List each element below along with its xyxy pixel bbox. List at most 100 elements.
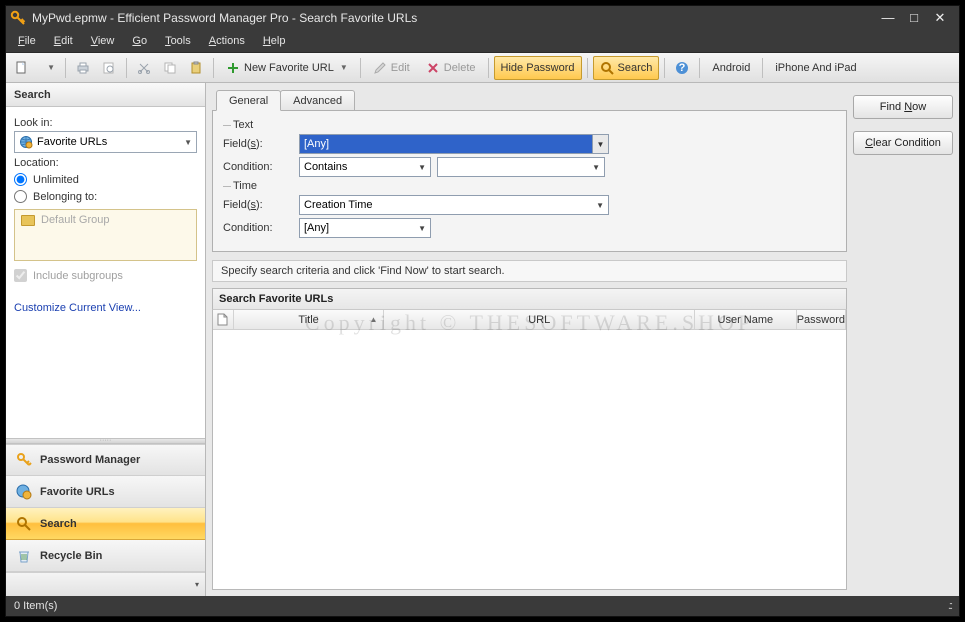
- android-button[interactable]: Android: [705, 56, 757, 80]
- maximize-button[interactable]: □: [905, 10, 923, 26]
- text-fields-value: [Any]: [304, 138, 329, 150]
- toolbar-separator: [699, 58, 700, 78]
- time-condition-value: [Any]: [304, 222, 329, 234]
- sidebar-spacer: [6, 322, 205, 438]
- nav-password-manager[interactable]: Password Manager: [6, 444, 205, 476]
- help-button[interactable]: ?: [670, 56, 694, 80]
- include-subgroups-label: Include subgroups: [33, 270, 123, 282]
- text-fields-combo[interactable]: [Any] ▼: [299, 134, 609, 154]
- toolbar-separator: [213, 58, 214, 78]
- toolbar-separator: [762, 58, 763, 78]
- group-selector: Default Group: [14, 209, 197, 261]
- nav-recycle-bin[interactable]: Recycle Bin: [6, 540, 205, 572]
- new-favorite-url-label: New Favorite URL: [244, 62, 334, 74]
- delete-label: Delete: [444, 62, 476, 74]
- clear-condition-button[interactable]: Clear Condition: [853, 131, 953, 155]
- search-hint: Specify search criteria and click 'Find …: [212, 260, 847, 282]
- search-label: Search: [618, 62, 653, 74]
- window-title: MyPwd.epmw - Efficient Password Manager …: [32, 11, 417, 25]
- look-in-combo[interactable]: Favorite URLs ▼: [14, 131, 197, 153]
- recycle-bin-icon: [16, 548, 32, 564]
- menu-help[interactable]: Help: [255, 32, 294, 50]
- tab-general-page: Text Field(s): [Any] ▼ Condition:: [212, 110, 847, 252]
- menu-view[interactable]: View: [83, 32, 123, 50]
- menu-tools[interactable]: Tools: [157, 32, 199, 50]
- tab-general[interactable]: General: [216, 90, 281, 111]
- radio-unlimited[interactable]: Unlimited: [14, 173, 197, 186]
- main-area: Search Look in: Favorite URLs ▼ Location…: [6, 83, 959, 596]
- menu-go[interactable]: Go: [124, 32, 155, 50]
- search-button[interactable]: Search: [593, 56, 660, 80]
- find-now-button[interactable]: Find Now: [853, 95, 953, 119]
- text-legend: Text: [233, 119, 836, 131]
- nav-search-label: Search: [40, 518, 77, 530]
- search-options: Look in: Favorite URLs ▼ Location: Unlim…: [6, 107, 205, 294]
- menu-edit[interactable]: Edit: [46, 32, 81, 50]
- paste-button[interactable]: [184, 56, 208, 80]
- time-legend: Time: [233, 180, 836, 192]
- results-grid: Title▲ URL User Name Password Copyright …: [212, 310, 847, 590]
- customize-view-link[interactable]: Customize Current View...: [6, 294, 205, 322]
- time-condition-label: Condition:: [223, 222, 293, 234]
- nav-favorite-urls[interactable]: Favorite URLs: [6, 476, 205, 508]
- time-fields-combo[interactable]: Creation Time▼: [299, 195, 609, 215]
- main-toolbar: ▼ New Favorite URL ▼ Edit Delete: [6, 53, 959, 83]
- col-icon[interactable]: [213, 310, 234, 329]
- sidebar-title: Search: [6, 83, 205, 107]
- col-password[interactable]: Password: [797, 310, 846, 329]
- app-key-icon: [10, 10, 26, 26]
- col-title[interactable]: Title▲: [234, 310, 385, 329]
- client-area: ▼ New Favorite URL ▼ Edit Delete: [6, 52, 959, 596]
- default-group-label: Default Group: [41, 214, 109, 226]
- radio-belonging-to[interactable]: Belonging to:: [14, 190, 197, 203]
- menu-actions[interactable]: Actions: [201, 32, 253, 50]
- svg-text:?: ?: [679, 62, 686, 74]
- new-favorite-url-button[interactable]: New Favorite URL ▼: [219, 56, 355, 80]
- iphone-button[interactable]: iPhone And iPad: [768, 56, 863, 80]
- new-doc-button[interactable]: [10, 56, 34, 80]
- sidebar: Search Look in: Favorite URLs ▼ Location…: [6, 83, 206, 596]
- look-in-value: Favorite URLs: [37, 136, 107, 148]
- cut-button[interactable]: [132, 56, 156, 80]
- close-button[interactable]: ✕: [931, 10, 949, 26]
- minimize-button[interactable]: —: [879, 10, 897, 26]
- open-button[interactable]: ▼: [36, 56, 60, 80]
- nav-fav-label: Favorite URLs: [40, 486, 115, 498]
- nav-recycle-label: Recycle Bin: [40, 550, 102, 562]
- time-fields-label: Field(s):: [223, 199, 293, 211]
- edit-button[interactable]: Edit: [366, 56, 417, 80]
- delete-button[interactable]: Delete: [419, 56, 483, 80]
- radio-unlimited-label: Unlimited: [33, 174, 79, 186]
- menu-file[interactable]: File: [10, 32, 44, 50]
- text-fields-label: Field(s):: [223, 138, 293, 150]
- resize-grip-icon[interactable]: .::: [948, 600, 951, 612]
- toolbar-separator: [587, 58, 588, 78]
- text-condition-combo[interactable]: Contains▼: [299, 157, 431, 177]
- nav-pm-label: Password Manager: [40, 454, 140, 466]
- print-button[interactable]: [71, 56, 95, 80]
- nav-search[interactable]: Search: [6, 508, 205, 540]
- location-label: Location:: [14, 157, 197, 169]
- text-condition-value-combo[interactable]: ▼: [437, 157, 605, 177]
- android-label: Android: [712, 62, 750, 74]
- toolbar-separator: [488, 58, 489, 78]
- app-window: MyPwd.epmw - Efficient Password Manager …: [5, 5, 960, 617]
- col-user-name[interactable]: User Name: [695, 310, 797, 329]
- toolbar-separator: [65, 58, 66, 78]
- time-fields-value: Creation Time: [304, 199, 372, 211]
- text-condition-value: Contains: [304, 161, 347, 173]
- toolbar-separator: [664, 58, 665, 78]
- include-subgroups-check[interactable]: Include subgroups: [14, 269, 197, 282]
- col-url[interactable]: URL: [384, 310, 695, 329]
- status-item-count: 0 Item(s): [14, 600, 57, 612]
- toolbar-separator: [360, 58, 361, 78]
- document-icon: [217, 313, 228, 326]
- copy-button[interactable]: [158, 56, 182, 80]
- globe-lock-icon: [16, 484, 32, 500]
- print-preview-button[interactable]: [97, 56, 121, 80]
- hide-password-button[interactable]: Hide Password: [494, 56, 582, 80]
- status-bar: 0 Item(s) .::: [6, 596, 959, 616]
- tab-advanced[interactable]: Advanced: [280, 90, 355, 111]
- time-condition-combo[interactable]: [Any]▼: [299, 218, 431, 238]
- nav-more-button[interactable]: ▾: [6, 572, 205, 596]
